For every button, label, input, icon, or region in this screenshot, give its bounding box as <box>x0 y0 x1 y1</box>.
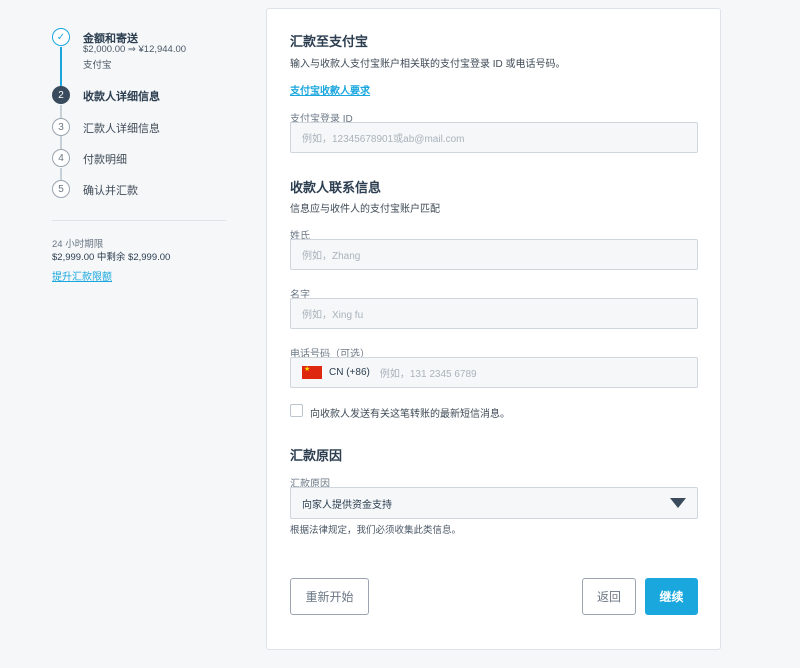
step-amount-summary: $2,000.00 ⇒ ¥12,944.00 <box>83 44 187 55</box>
alipay-id-input[interactable]: 例如，12345678901或ab@mail.com <box>290 122 698 153</box>
check-icon: ✓ <box>52 28 70 46</box>
caret-down-icon <box>670 498 686 508</box>
step-connector <box>60 105 62 119</box>
progress-sidebar: ✓ 金额和寄送 $2,000.00 ⇒ ¥12,944.00 支付宝 2 收款人… <box>0 0 240 668</box>
phone-country-code[interactable]: CN (+86) <box>329 367 370 378</box>
sms-opt-in-label[interactable]: 向收款人发送有关这笔转账的最新短信消息。 <box>310 405 510 420</box>
given-name-input[interactable]: 例如，Xing fu <box>290 298 698 329</box>
alipay-requirements-link[interactable]: 支付宝收款人要求 <box>290 82 370 97</box>
sidebar-divider <box>52 220 226 221</box>
section-desc-alipay: 输入与收款人支付宝账户相关联的支付宝登录 ID 或电话号码。 <box>290 59 566 70</box>
step-number: 2 <box>52 86 70 104</box>
section-desc-contact: 信息应与收件人的支付宝账户匹配 <box>290 204 440 215</box>
step-method-summary: 支付宝 <box>83 60 112 71</box>
alipay-id-placeholder: 例如，12345678901或ab@mail.com <box>302 134 465 145</box>
given-name-placeholder: 例如，Xing fu <box>302 310 364 321</box>
step-title: 付款明细 <box>83 154 127 166</box>
section-title-reason: 汇款原因 <box>290 448 343 463</box>
continue-button[interactable]: 继续 <box>645 578 698 615</box>
section-title-alipay: 汇款至支付宝 <box>290 34 369 49</box>
restart-button[interactable]: 重新开始 <box>290 578 369 615</box>
section-title-contact: 收款人联系信息 <box>290 180 382 195</box>
phone-placeholder: 例如，131 2345 6789 <box>379 369 477 380</box>
limit-period: 24 小时期限 <box>52 239 104 250</box>
back-button[interactable]: 返回 <box>582 578 636 615</box>
surname-placeholder: 例如，Zhang <box>302 251 361 262</box>
step-number: 4 <box>52 149 70 167</box>
china-flag-icon[interactable] <box>302 365 322 379</box>
raise-limit-link[interactable]: 提升汇款限额 <box>52 268 112 283</box>
reason-note: 根据法律规定，我们必须收集此类信息。 <box>290 525 462 536</box>
step-title: 汇款人详细信息 <box>83 123 160 135</box>
reason-selected-value: 向家人提供资金支持 <box>302 499 392 511</box>
step-title: 收款人详细信息 <box>83 91 160 103</box>
phone-input[interactable]: CN (+86) 例如，131 2345 6789 <box>290 357 698 388</box>
reason-select[interactable]: 向家人提供资金支持 <box>290 487 698 519</box>
sms-opt-in-checkbox[interactable] <box>290 404 303 417</box>
surname-input[interactable]: 例如，Zhang <box>290 239 698 270</box>
step-number: 5 <box>52 180 70 198</box>
recipient-form-panel: 汇款至支付宝 输入与收款人支付宝账户相关联的支付宝登录 ID 或电话号码。 支付… <box>266 8 721 650</box>
limit-remaining: $2,999.00 中剩余 $2,999.00 <box>52 252 171 263</box>
step-title: 确认并汇款 <box>83 185 138 197</box>
step-number: 3 <box>52 118 70 136</box>
